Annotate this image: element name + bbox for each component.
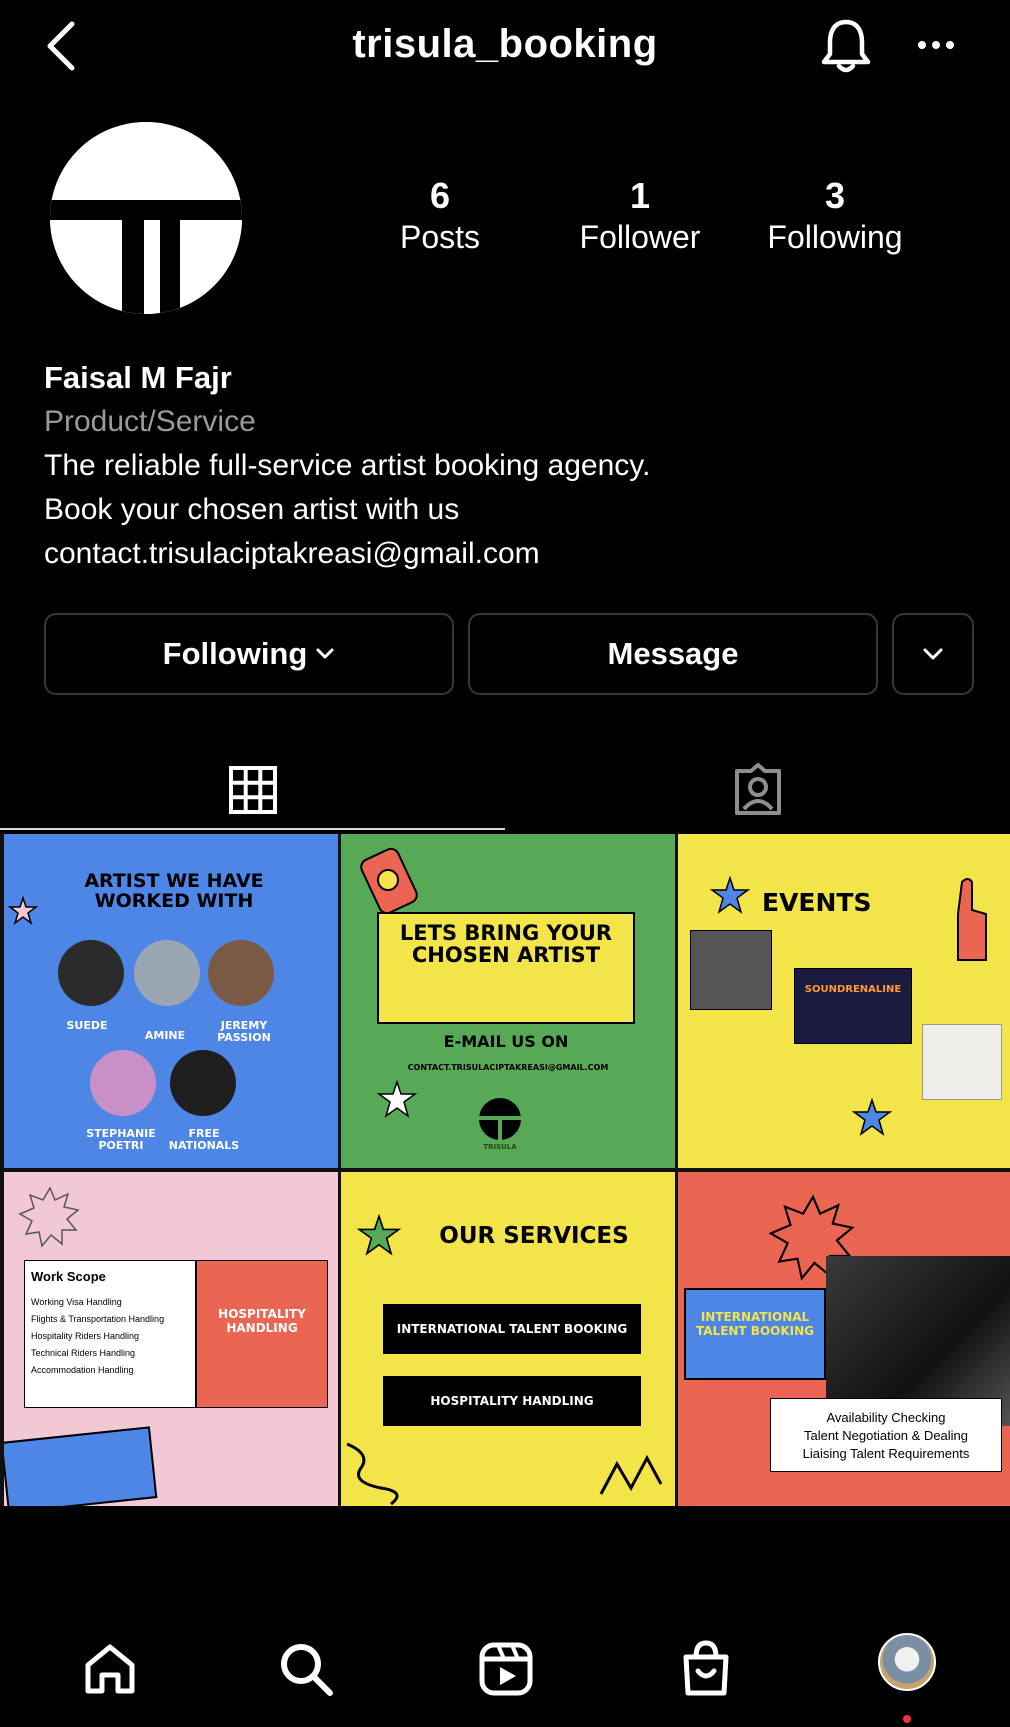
artist-name: JEREMY PASSION <box>217 1019 271 1045</box>
artist-photo <box>90 1050 156 1116</box>
stat-posts[interactable]: 6 Posts <box>380 176 500 258</box>
profile-stats: 6 Posts 1 Follower 3 Following <box>380 176 930 266</box>
following-button[interactable]: Following <box>44 613 454 695</box>
trisula-logo <box>50 122 242 314</box>
profile-category: Product/Service <box>44 405 256 438</box>
flyer-caption: SOUNDRENALINE <box>804 984 902 995</box>
post-title: LETS BRING YOUR CHOSEN ARTIST <box>399 921 613 968</box>
post-title: ARTIST WE HAVE WORKED WITH <box>84 870 264 912</box>
bio-line: Book your chosen artist with us <box>44 493 460 526</box>
star-icon <box>377 1080 417 1118</box>
stat-followers-label: Follower <box>579 219 701 255</box>
tagged-icon <box>734 763 781 815</box>
profile-avatar[interactable] <box>50 122 242 314</box>
star-icon <box>8 896 38 925</box>
post-title: OUR SERVICES <box>439 1223 629 1249</box>
posts-grid: ARTIST WE HAVE WORKED WITH SUEDE AMINE J… <box>0 834 1010 1506</box>
stat-posts-label: Posts <box>399 219 481 255</box>
post-tile[interactable]: LETS BRING YOUR CHOSEN ARTIST E-MAIL US … <box>341 834 675 1168</box>
shop-icon[interactable] <box>676 1639 736 1699</box>
post-tile[interactable]: Work Scope Working Visa Handling Flights… <box>4 1172 338 1506</box>
burst-icon <box>18 1186 80 1248</box>
post-tile[interactable]: ARTIST WE HAVE WORKED WITH SUEDE AMINE J… <box>4 834 338 1168</box>
bio-email-link[interactable]: contact.trisulaciptakreasi@gmail.com <box>44 532 964 576</box>
search-icon[interactable] <box>276 1639 336 1699</box>
post-email: CONTACT.TRISULACIPTAKREASI@GMAIL.COM <box>407 1063 609 1072</box>
work-scope-box: Work Scope Working Visa Handling Flights… <box>24 1260 196 1408</box>
notification-dot <box>903 1715 911 1723</box>
work-scope-title: Work Scope <box>31 1269 106 1284</box>
bio-line: The reliable full-service artist booking… <box>44 449 651 482</box>
top-bar: trisula_booking <box>0 0 1010 95</box>
artist-photo <box>208 940 274 1006</box>
message-button-label: Message <box>607 636 739 671</box>
event-photo <box>690 930 772 1010</box>
profile-bio: Faisal M Fajr Product/Service The reliab… <box>44 356 964 576</box>
tab-tagged[interactable] <box>505 748 1010 832</box>
post-title: EVENTS <box>762 888 872 917</box>
bottom-nav <box>0 1615 1010 1727</box>
stat-posts-count: 6 <box>429 175 451 216</box>
stat-followers-count: 1 <box>629 175 651 216</box>
following-button-label: Following <box>162 636 308 671</box>
work-scope-item: Flights & Transportation Handling <box>31 1314 165 1324</box>
stat-followers[interactable]: 1 Follower <box>560 176 720 258</box>
stat-following-count: 3 <box>824 175 846 216</box>
bell-icon[interactable] <box>818 16 874 76</box>
post-tile[interactable]: INTERNATIONAL TALENT BOOKING Availabilit… <box>678 1172 1010 1506</box>
tab-posts-grid[interactable] <box>0 748 505 832</box>
squiggle-decoration <box>346 1442 663 1506</box>
service-item: HOSPITALITY HANDLING <box>383 1376 641 1426</box>
chevron-down-icon <box>923 648 943 660</box>
ticket-graphic <box>4 1426 158 1506</box>
artist-name: FREE NATIONALS <box>168 1127 240 1153</box>
message-button[interactable]: Message <box>468 613 878 695</box>
work-scope-item: Working Visa Handling <box>31 1297 122 1307</box>
reels-icon[interactable] <box>476 1639 536 1699</box>
stat-following[interactable]: 3 Following <box>750 176 920 258</box>
trisula-logo-icon <box>477 1098 523 1142</box>
more-icon[interactable] <box>914 30 958 60</box>
post-tile[interactable]: EVENTS SOUNDRENALINE <box>678 834 1010 1168</box>
post-tile[interactable]: OUR SERVICES INTERNATIONAL TALENT BOOKIN… <box>341 1172 675 1506</box>
post-subtitle: E-MAIL US ON <box>443 1032 569 1051</box>
event-flyer <box>794 968 912 1044</box>
hand-icon <box>957 878 987 961</box>
profile-avatar[interactable] <box>878 1633 936 1691</box>
service-item: INTERNATIONAL TALENT BOOKING <box>383 1304 641 1354</box>
logo-caption: TRISULA <box>483 1143 517 1151</box>
artist-photo <box>58 940 124 1006</box>
work-scope-item: Technical Riders Handling <box>31 1348 136 1358</box>
star-icon <box>852 1098 892 1136</box>
stat-following-label: Following <box>767 219 903 255</box>
star-icon <box>710 876 750 914</box>
work-scope-item: Accommodation Handling <box>31 1365 134 1375</box>
active-tab-indicator <box>0 828 505 830</box>
service-detail: Liaising Talent Requirements <box>802 1446 970 1461</box>
service-details-box: Availability Checking Talent Negotiation… <box>770 1398 1002 1472</box>
service-detail: Talent Negotiation & Dealing <box>803 1428 969 1443</box>
chevron-down-icon <box>316 648 334 659</box>
work-scope-item: Hospitality Riders Handling <box>31 1331 140 1341</box>
artist-photo <box>170 1050 236 1116</box>
suggested-accounts-button[interactable] <box>892 613 974 695</box>
soda-can-icon <box>360 847 418 915</box>
hospitality-label: HOSPITALITY HANDLING <box>196 1260 328 1408</box>
star-icon <box>357 1214 401 1256</box>
home-icon[interactable] <box>80 1639 140 1699</box>
service-label: INTERNATIONAL TALENT BOOKING <box>684 1288 826 1380</box>
grid-icon <box>228 766 277 814</box>
profile-display-name: Faisal M Fajr <box>44 360 232 395</box>
event-flyer <box>922 1024 1002 1100</box>
artist-name: SUEDE <box>66 1019 108 1032</box>
artist-photo <box>134 940 200 1006</box>
service-detail: Availability Checking <box>826 1410 946 1425</box>
